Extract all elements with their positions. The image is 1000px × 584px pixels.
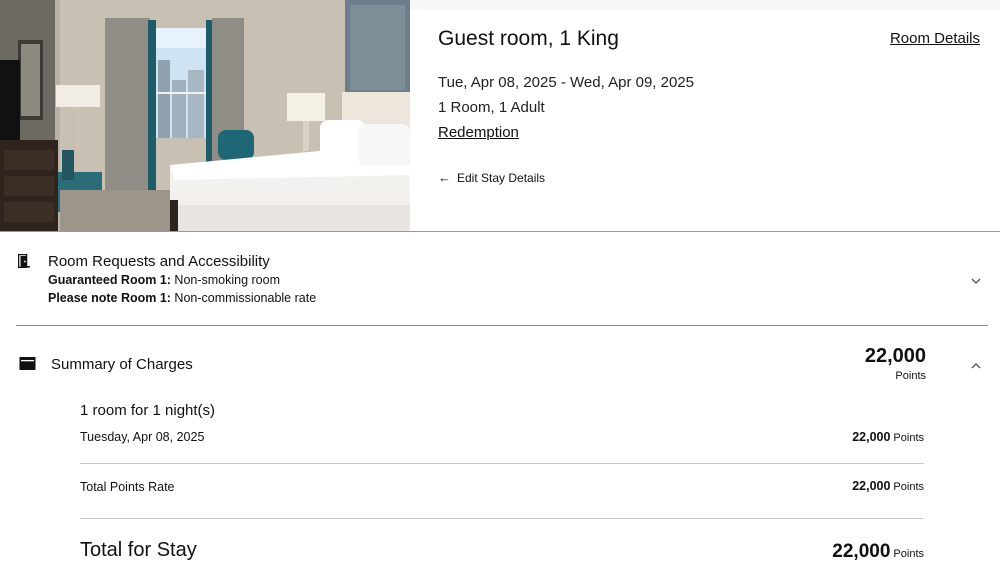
night-amount: 22,000 Points	[852, 430, 924, 444]
door-icon	[17, 253, 30, 269]
divider	[80, 518, 924, 519]
section-divider	[16, 325, 988, 326]
chevron-down-icon[interactable]	[969, 273, 983, 284]
arrow-left-icon: ←	[438, 170, 451, 185]
total-for-stay-amount: 22,000 Points	[832, 541, 924, 562]
night-date: Tuesday, Apr 08, 2025	[80, 430, 205, 444]
divider	[80, 463, 924, 464]
requests-title: Room Requests and Accessibility	[48, 253, 270, 270]
summary-title: Summary of Charges	[51, 356, 193, 373]
stay-dates: Tue, Apr 08, 2025 - Wed, Apr 09, 2025	[438, 74, 695, 91]
occupancy: 1 Room, 1 Adult	[438, 99, 545, 116]
nights-label: 1 room for 1 night(s)	[80, 402, 216, 419]
room-requests-section: Room Requests and Accessibility Guarante…	[0, 232, 1000, 326]
summary-total-unit: Points	[895, 370, 926, 382]
total-points-rate-amount: 22,000 Points	[852, 479, 924, 493]
edit-stay-details-label: Edit Stay Details	[457, 170, 546, 185]
room-info-panel: Guest room, 1 King Room Details Tue, Apr…	[410, 10, 1000, 231]
rate-type-link[interactable]: Redemption	[438, 124, 519, 141]
summary-total-points: 22,000	[864, 345, 926, 367]
chevron-up-icon[interactable]	[969, 358, 983, 369]
room-details-link[interactable]: Room Details	[890, 30, 980, 47]
total-points-rate-label: Total Points Rate	[80, 480, 175, 494]
room-title: Guest room, 1 King	[438, 27, 619, 50]
edit-stay-details-button[interactable]: ← Edit Stay Details	[438, 170, 545, 185]
total-for-stay-label: Total for Stay	[80, 539, 197, 561]
wallet-icon	[19, 356, 36, 371]
request-line: Guaranteed Room 1: Non-smoking room	[48, 273, 281, 287]
request-line: Please note Room 1: Non-commissionable r…	[48, 291, 317, 305]
room-photo	[0, 0, 410, 231]
